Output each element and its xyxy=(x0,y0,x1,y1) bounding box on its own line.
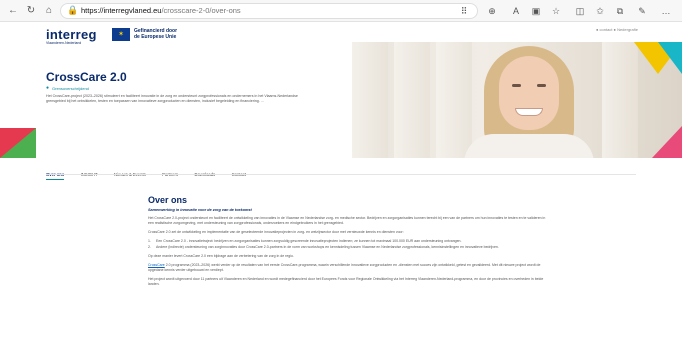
person-smile xyxy=(515,108,543,116)
hero-description: Het CrossCare-project (2023–2026) stimul… xyxy=(46,94,298,103)
window-blind xyxy=(394,42,430,158)
hero-image xyxy=(352,42,682,158)
article-content: Over ons Samenwerking in innovatie voor … xyxy=(148,195,548,291)
favorite-icon[interactable]: ☆ xyxy=(550,4,562,18)
article-paragraph: Op deze manier levert CrossCare 2.0 een … xyxy=(148,254,294,258)
tab-nieuws-events[interactable]: Nieuws & Events xyxy=(114,171,146,179)
home-icon[interactable]: ⌂ xyxy=(42,4,56,18)
address-bar[interactable]: 🔒 https://interregvlaned.eu/crosscare-2-… xyxy=(60,3,478,19)
logo-wordmark: interreg xyxy=(46,27,97,42)
split-screen-icon[interactable]: ◫ xyxy=(574,4,586,18)
url-host: https://interregvlaned.eu xyxy=(81,6,162,15)
logo-subtitle: Vlaanderen-Nederland xyxy=(46,41,82,45)
section-tabs: Over ons INSIGHT Nieuws & Events Partner… xyxy=(46,163,258,180)
article-paragraph: CrossCare 2.0 zet de ontwikkeling en imp… xyxy=(148,230,404,234)
refresh-icon[interactable]: ↻ xyxy=(24,4,38,18)
decor-triangle-red xyxy=(0,128,36,158)
lock-icon: 🔒 xyxy=(67,5,79,15)
interreg-logo[interactable]: interreg Vlaanderen-Nederland ✶ Gefinanc… xyxy=(46,27,196,45)
article-subtitle: Samenwerking in innovatie voor de zorg v… xyxy=(148,208,252,212)
article-title: Over ons xyxy=(148,195,188,205)
article-list: 1. Een CrossCare 2.0 - innovatietraject: … xyxy=(148,239,548,250)
eu-funding-text: Gefinancierd door de Europese Unie xyxy=(134,28,178,40)
tab-downloads[interactable]: Downloads xyxy=(194,171,215,179)
read-aloud-icon[interactable]: A xyxy=(510,4,522,18)
list-item: 1. Een CrossCare 2.0 - innovatietraject: … xyxy=(148,239,462,243)
header-top-links[interactable]: ● contact ● Nedergrafie xyxy=(596,27,638,32)
hero-location: Grensoverschrijdend xyxy=(52,86,89,91)
extensions-icon[interactable]: ✎ xyxy=(636,4,648,18)
back-icon[interactable]: ← xyxy=(6,4,20,18)
url-path: /crosscare-2-0/over-ons xyxy=(161,6,241,15)
article-paragraph: Het project wordt uitgevoerd door 11 par… xyxy=(148,277,544,286)
tab-over-ons[interactable]: Over ons xyxy=(46,171,65,180)
window-blind xyxy=(602,42,638,158)
favorites-list-icon[interactable]: ✩ xyxy=(594,4,606,18)
tabs-divider xyxy=(46,174,636,175)
person-face xyxy=(499,56,559,130)
eu-flag-icon: ✶ xyxy=(112,28,130,41)
collections-icon[interactable]: ⧉ xyxy=(614,4,626,18)
decor-triangle-pink xyxy=(652,126,682,158)
person-eye xyxy=(537,84,546,87)
location-pin-icon: ● xyxy=(46,85,50,91)
article-paragraph: CrossCare 2.0 programma (2023–2026) werk… xyxy=(148,263,541,272)
article-paragraph: Het CrossCare 2.0-project ondersteunt en… xyxy=(148,216,546,225)
zoom-icon[interactable]: ⊕ xyxy=(486,4,498,18)
browser-toolbar: ← ↻ ⌂ 🔒 https://interregvlaned.eu/crossc… xyxy=(0,0,682,22)
tab-insight[interactable]: INSIGHT xyxy=(81,171,98,179)
tab-contact[interactable]: Contact xyxy=(232,171,246,179)
crosscare-link[interactable]: CrossCare xyxy=(148,263,165,267)
url-text[interactable]: https://interregvlaned.eu/crosscare-2-0/… xyxy=(81,6,241,15)
tab-partners[interactable]: Partners xyxy=(162,171,178,179)
window-blind xyxy=(436,42,472,158)
immersive-reader-icon[interactable]: ▣ xyxy=(530,4,542,18)
decor-triangle-teal xyxy=(658,42,682,74)
page-title: CrossCare 2.0 xyxy=(46,70,127,84)
list-item: 2. Andere (indirecte) ondersteuning van z… xyxy=(148,245,499,249)
window-blind xyxy=(352,42,388,158)
translate-icon[interactable]: ⠿ xyxy=(458,4,470,18)
more-icon[interactable]: … xyxy=(660,4,672,18)
person-body xyxy=(464,134,594,158)
person-eye xyxy=(512,84,521,87)
